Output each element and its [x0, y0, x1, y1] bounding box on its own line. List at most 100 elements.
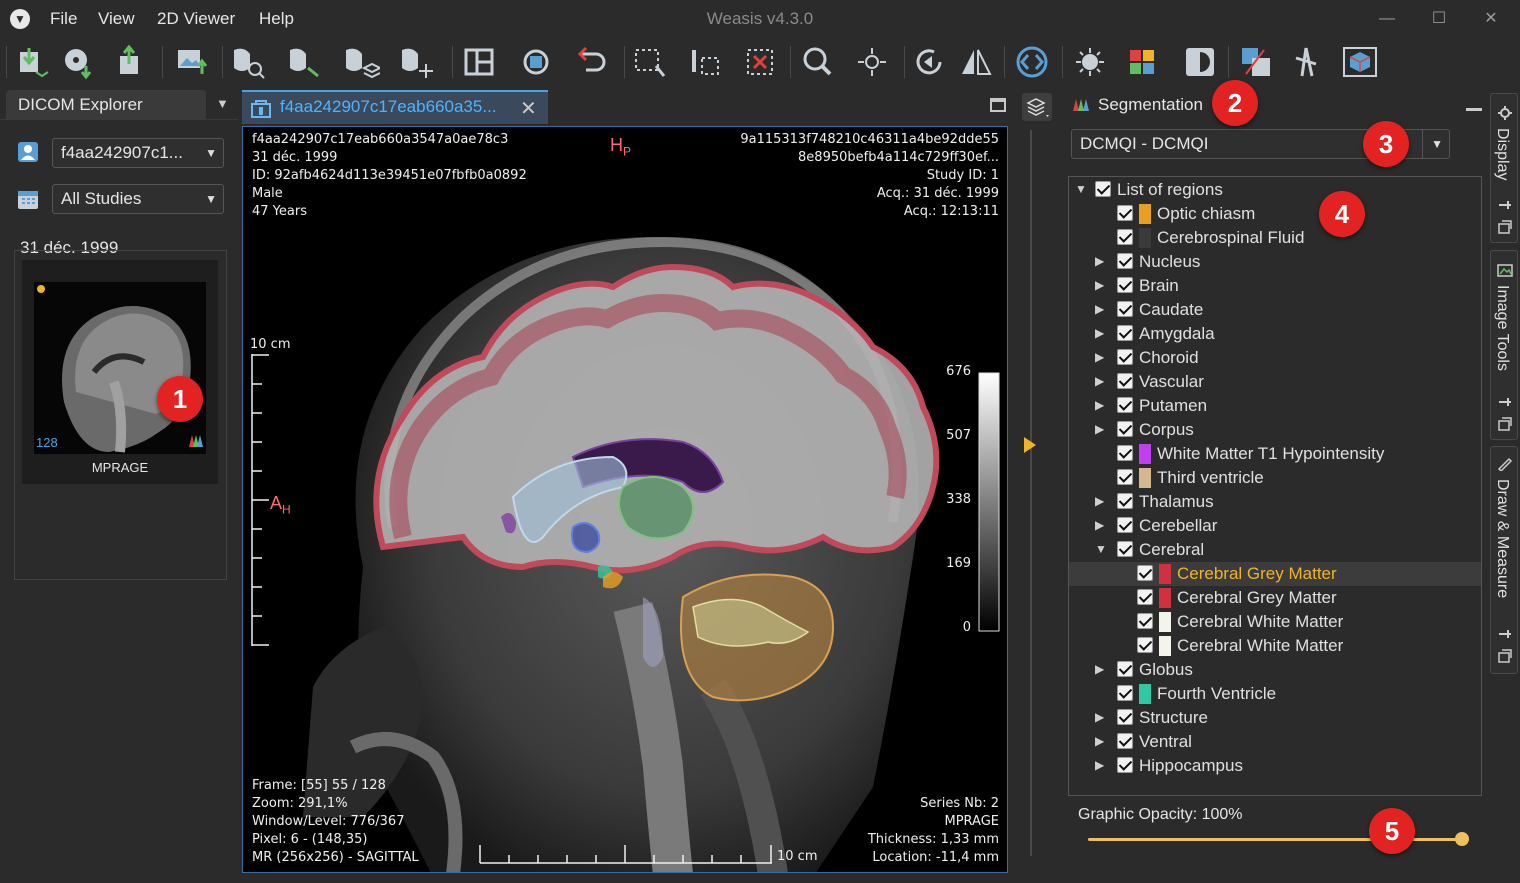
select-region-icon[interactable]: [630, 44, 670, 80]
tree-row[interactable]: ▶ Choroid: [1069, 346, 1481, 370]
tab-dicom-explorer[interactable]: DICOM Explorer: [6, 90, 206, 120]
expand-closed-icon[interactable]: ▶: [1095, 710, 1104, 724]
expand-closed-icon[interactable]: ▶: [1095, 494, 1104, 508]
3d-view-icon[interactable]: [1340, 44, 1380, 80]
pan-tool-icon[interactable]: [284, 44, 324, 80]
tree-row[interactable]: ▶ Brain: [1069, 274, 1481, 298]
expand-open-icon[interactable]: ▼: [1075, 182, 1087, 196]
region-checkbox[interactable]: [1137, 589, 1153, 605]
tree-row[interactable]: Cerebral Grey Matter: [1069, 562, 1481, 586]
rotate-icon[interactable]: [910, 44, 950, 80]
thumbnail-image[interactable]: [34, 282, 206, 454]
tree-row[interactable]: ▶ Corpus: [1069, 418, 1481, 442]
expand-closed-icon[interactable]: ▶: [1095, 398, 1104, 412]
tab-viewer[interactable]: f4aa242907c17eab660a35... ✕: [242, 90, 548, 124]
studies-combo[interactable]: All Studies ▼: [52, 184, 224, 214]
splitter[interactable]: [1030, 130, 1032, 856]
cut-icon[interactable]: [1286, 44, 1326, 80]
expand-closed-icon[interactable]: ▶: [1095, 374, 1104, 388]
layers-icon[interactable]: [1022, 93, 1052, 121]
reset-icon[interactable]: [572, 44, 612, 80]
close-icon[interactable]: ✕: [1478, 6, 1504, 32]
minimize-icon[interactable]: —: [1374, 6, 1400, 32]
region-checkbox[interactable]: [1117, 469, 1133, 485]
region-checkbox[interactable]: [1117, 709, 1133, 725]
region-checkbox[interactable]: [1137, 613, 1153, 629]
region-checkbox[interactable]: [1117, 685, 1133, 701]
tree-row[interactable]: ▶ Caudate: [1069, 298, 1481, 322]
tree-row[interactable]: Third ventricle: [1069, 466, 1481, 490]
tree-row[interactable]: ▼ Cerebral: [1069, 538, 1481, 562]
regions-tree[interactable]: ▼ List of regions Optic chiasm Cerebrospina…: [1068, 176, 1482, 796]
patient-combo[interactable]: f4aa242907c1... ▼: [52, 138, 224, 168]
region-checkbox[interactable]: [1117, 757, 1133, 773]
tree-row[interactable]: Cerebral Grey Matter: [1069, 586, 1481, 610]
tree-row[interactable]: ▶ Hippocampus: [1069, 754, 1481, 778]
region-checkbox[interactable]: [1117, 445, 1133, 461]
tree-row[interactable]: ▶ Ventral: [1069, 730, 1481, 754]
region-checkbox[interactable]: [1117, 301, 1133, 317]
image-viewport[interactable]: f4aa242907c17eab660a3547a0ae78c3 31 déc.…: [242, 126, 1008, 873]
expand-closed-icon[interactable]: ▶: [1095, 278, 1104, 292]
import-cd-icon[interactable]: [58, 44, 98, 80]
region-checkbox[interactable]: [1117, 493, 1133, 509]
tree-row[interactable]: Fourth Ventricle: [1069, 682, 1481, 706]
tree-row[interactable]: Cerebrospinal Fluid: [1069, 226, 1481, 250]
region-checkbox[interactable]: [1117, 541, 1133, 557]
tree-row[interactable]: Optic chiasm: [1069, 202, 1481, 226]
expand-closed-icon[interactable]: ▶: [1095, 758, 1104, 772]
zoom-tool-icon[interactable]: [228, 44, 268, 80]
region-checkbox[interactable]: [1137, 637, 1153, 653]
flip-icon[interactable]: [956, 44, 996, 80]
region-checkbox[interactable]: [1117, 325, 1133, 341]
delete-icon[interactable]: [740, 44, 780, 80]
crosshair-tool-icon[interactable]: [396, 44, 436, 80]
region-checkbox[interactable]: [1117, 421, 1133, 437]
sync-icon[interactable]: [516, 44, 556, 80]
region-checkbox[interactable]: [1117, 253, 1133, 269]
expand-closed-icon[interactable]: ▶: [1095, 254, 1104, 268]
region-checkbox[interactable]: [1117, 205, 1133, 221]
expand-closed-icon[interactable]: ▶: [1095, 302, 1104, 316]
weasis-logo-icon[interactable]: ▼: [10, 9, 30, 29]
region-checkbox[interactable]: [1137, 565, 1153, 581]
tree-row[interactable]: Cerebral White Matter: [1069, 610, 1481, 634]
layout-icon[interactable]: [460, 44, 500, 80]
menu-2d-viewer[interactable]: 2D Viewer: [157, 9, 235, 29]
expand-closed-icon[interactable]: ▶: [1095, 350, 1104, 364]
region-checkbox[interactable]: [1117, 517, 1133, 533]
brightness-icon[interactable]: [1070, 44, 1110, 80]
expand-open-icon[interactable]: ▼: [1095, 542, 1107, 556]
expand-closed-icon[interactable]: ▶: [1095, 326, 1104, 340]
region-checkbox[interactable]: [1117, 373, 1133, 389]
tree-row[interactable]: ▶ Cerebellar: [1069, 514, 1481, 538]
minimize-panel-icon[interactable]: [1466, 108, 1482, 111]
region-checkbox[interactable]: [1117, 661, 1133, 677]
region-checkbox[interactable]: [1117, 733, 1133, 749]
region-checkbox[interactable]: [1095, 181, 1111, 197]
zoom-fit-icon[interactable]: [852, 44, 892, 80]
panel-menu-icon[interactable]: ▼: [216, 96, 229, 111]
tree-row[interactable]: ▶ Thalamus: [1069, 490, 1481, 514]
maximize-viewer-icon[interactable]: [990, 98, 1006, 112]
export-dicom-icon[interactable]: [112, 44, 152, 80]
opacity-slider-thumb[interactable]: [1455, 832, 1469, 846]
region-checkbox[interactable]: [1117, 349, 1133, 365]
tree-row[interactable]: ▶ Structure: [1069, 706, 1481, 730]
region-checkbox[interactable]: [1117, 277, 1133, 293]
tree-row[interactable]: ▼ List of regions: [1069, 178, 1481, 202]
collapse-arrow-icon[interactable]: [1024, 437, 1036, 453]
expand-closed-icon[interactable]: ▶: [1095, 662, 1104, 676]
menu-view[interactable]: View: [98, 9, 135, 29]
expand-closed-icon[interactable]: ▶: [1095, 518, 1104, 532]
tree-row[interactable]: ▶ Amygdala: [1069, 322, 1481, 346]
window-level-tool-icon[interactable]: [340, 44, 383, 80]
region-checkbox[interactable]: [1117, 229, 1133, 245]
tree-row[interactable]: ▶ Vascular: [1069, 370, 1481, 394]
tree-row[interactable]: White Matter T1 Hypointensity: [1069, 442, 1481, 466]
cine-icon[interactable]: [1012, 44, 1052, 80]
side-tab-display[interactable]: Display: [1490, 93, 1518, 243]
tree-row[interactable]: Cerebral White Matter: [1069, 634, 1481, 658]
menu-help[interactable]: Help: [259, 9, 294, 29]
measure-icon[interactable]: [686, 44, 726, 80]
